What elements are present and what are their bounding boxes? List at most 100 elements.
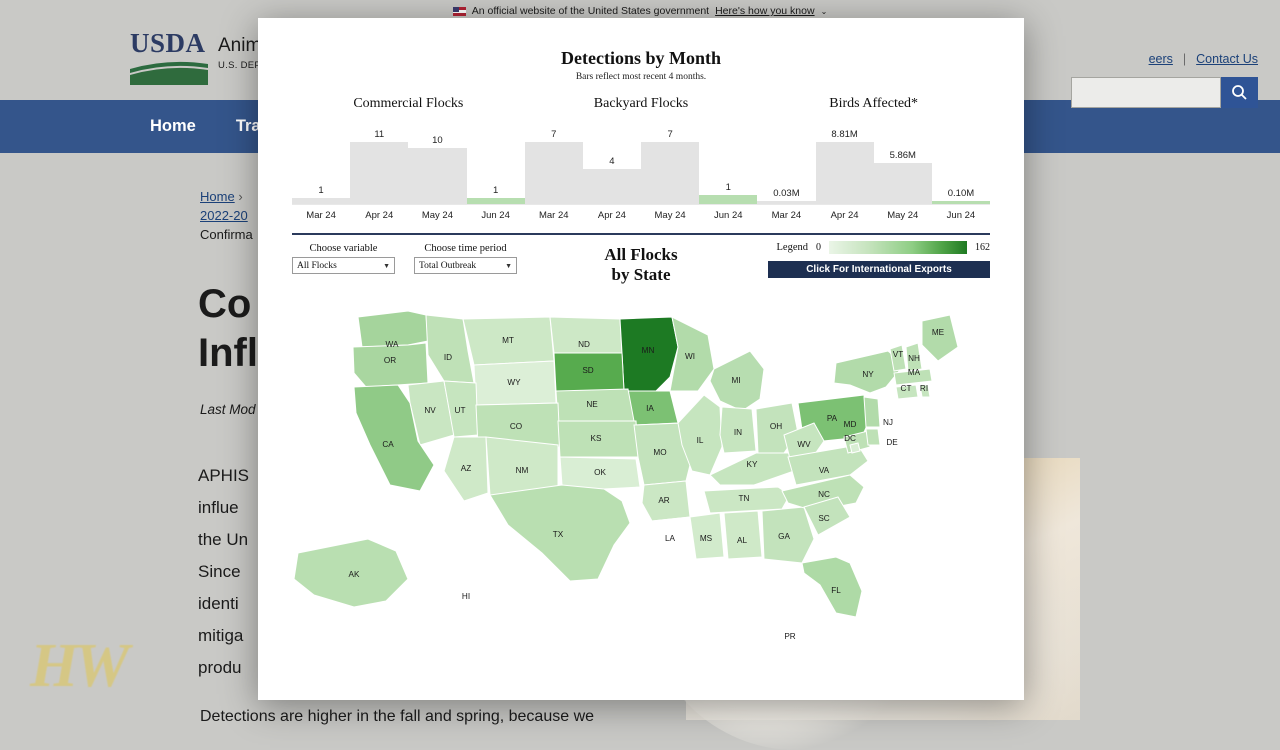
- map-state-de[interactable]: [865, 428, 881, 446]
- bar-cell[interactable]: 1: [292, 126, 351, 204]
- usda-logo[interactable]: USDA Animal U.S. DEPA: [130, 30, 276, 85]
- last-modified: Last Mod: [200, 402, 256, 417]
- map-state-al[interactable]: [723, 510, 763, 560]
- x-axis-tick: May 24: [421, 210, 453, 221]
- map-state-label-ne: NE: [586, 400, 598, 409]
- bar-cell[interactable]: 7: [641, 126, 700, 204]
- map-state-label-id: ID: [444, 353, 452, 362]
- gov-banner-text: An official website of the United States…: [471, 5, 710, 17]
- search-input[interactable]: [1071, 77, 1221, 108]
- bar-cell[interactable]: 1: [699, 126, 758, 204]
- map-state-label-mo: MO: [653, 448, 666, 457]
- how-you-know-link[interactable]: Here's how you know: [715, 5, 814, 17]
- page-title-line1: Co: [198, 282, 252, 326]
- map-state-label-mt: MT: [502, 336, 514, 345]
- bar[interactable]: [699, 195, 758, 204]
- map-state-label-ca: CA: [382, 440, 394, 449]
- map-state-label-wi: WI: [685, 352, 695, 361]
- hw-watermark: HW: [30, 632, 129, 700]
- page-title: Co Infl: [198, 280, 258, 378]
- us-choropleth-map[interactable]: WA OR ID MT ND MN SD WI MI IA NE WY NV UT CO KS CA AZ NM OK…: [258, 290, 1024, 700]
- avian-influenza-dashboard: Detections by Month Bars reflect most re…: [258, 18, 1024, 700]
- bar[interactable]: [408, 148, 467, 204]
- chart-axis-line: [292, 204, 525, 205]
- legend-gradient-bar: [829, 241, 967, 254]
- x-axis-tick: Mar 24: [771, 210, 802, 221]
- map-state-label-wa: WA: [386, 340, 399, 349]
- map-state-label-md: MD: [844, 420, 857, 429]
- bar-cell[interactable]: 5.86M: [873, 126, 932, 204]
- page-title-line2: Infl: [198, 330, 258, 375]
- breadcrumb-item-current: Confirma: [200, 226, 253, 242]
- map-state-label-az: AZ: [461, 464, 471, 473]
- chart-birds-affected: Birds Affected* 0.03M 8.81M 5.86M 0.10M Mar 2…: [757, 96, 991, 221]
- bar[interactable]: [641, 142, 700, 204]
- map-state-label-nm: NM: [516, 466, 529, 475]
- map-state-label-ok: OK: [594, 468, 606, 477]
- chart-title: Commercial Flocks: [353, 96, 464, 111]
- bar[interactable]: [873, 163, 932, 204]
- map-state-label-hi: HI: [462, 592, 470, 601]
- map-state-label-nh: NH: [908, 354, 920, 363]
- bar[interactable]: [524, 142, 583, 204]
- bar-value-label: 1: [725, 182, 731, 193]
- search-button[interactable]: [1221, 77, 1258, 108]
- bar-cell[interactable]: 1: [466, 126, 525, 204]
- bar-cell[interactable]: 10: [408, 126, 467, 204]
- bar-cell[interactable]: 0.03M: [757, 126, 816, 204]
- breadcrumb-item-home[interactable]: Home: [200, 189, 235, 204]
- map-state-label-fl: FL: [831, 586, 841, 595]
- contact-us-link[interactable]: Contact Us: [1196, 52, 1258, 66]
- bar-value-label: 8.81M: [831, 129, 858, 140]
- x-axis-tick: Apr 24: [597, 210, 626, 221]
- map-state-label-ia: IA: [646, 404, 654, 413]
- map-state-nj[interactable]: [863, 396, 881, 428]
- map-state-label-nv: NV: [424, 406, 436, 415]
- bar[interactable]: [292, 198, 351, 204]
- map-state-dc[interactable]: [849, 442, 861, 454]
- international-exports-button[interactable]: Click For International Exports: [768, 261, 990, 278]
- map-state-me[interactable]: [921, 314, 959, 362]
- usda-wordmark: USDA: [130, 28, 206, 58]
- map-state-label-de: DE: [886, 438, 898, 447]
- controls-row: Choose variable All Flocks ▼ Choose time…: [258, 235, 1024, 297]
- bar-cell[interactable]: 8.81M: [815, 126, 874, 204]
- bar-value-label: 10: [432, 135, 443, 146]
- breadcrumb-item-outbreak[interactable]: 2022-20: [200, 208, 248, 223]
- map-state-label-in: IN: [734, 428, 742, 437]
- bar[interactable]: [466, 198, 525, 204]
- bar-cell[interactable]: 11: [350, 126, 409, 204]
- bar[interactable]: [931, 201, 991, 204]
- map-state-label-ut: UT: [455, 406, 466, 415]
- bar-value-label: 5.86M: [889, 150, 916, 161]
- map-state-label-ak: AK: [349, 570, 360, 579]
- nav-item-travel[interactable]: Tra: [236, 117, 261, 136]
- map-state-label-ky: KY: [747, 460, 758, 469]
- map-state-label-tx: TX: [553, 530, 564, 539]
- bar-value-label: 1: [492, 185, 499, 196]
- bar-value-label: 4: [609, 156, 615, 167]
- bar[interactable]: [815, 142, 874, 204]
- chart-plot: 0.03M 8.81M 5.86M 0.10M: [757, 126, 991, 204]
- map-state-label-me: ME: [932, 328, 945, 337]
- careers-link[interactable]: eers: [1149, 52, 1173, 66]
- bar-value-label: 7: [667, 129, 673, 140]
- bar-cell[interactable]: 4: [582, 126, 642, 204]
- search-form: [1071, 77, 1258, 108]
- map-state-label-ny: NY: [862, 370, 874, 379]
- nav-item-home[interactable]: Home: [150, 117, 196, 136]
- map-state-label-nj: NJ: [883, 418, 893, 427]
- map-state-or[interactable]: [352, 342, 429, 388]
- chevron-down-icon[interactable]: ⌄: [821, 7, 828, 16]
- map-state-label-va: VA: [819, 466, 830, 475]
- bar[interactable]: [582, 169, 642, 204]
- x-axis-tick: May 24: [887, 210, 919, 221]
- bar[interactable]: [757, 201, 816, 204]
- bar-cell[interactable]: 7: [524, 126, 583, 204]
- map-state-ky[interactable]: [709, 452, 795, 486]
- bar[interactable]: [350, 142, 409, 204]
- map-state-label-ar: AR: [658, 496, 669, 505]
- map-state-label-sc: SC: [818, 514, 829, 523]
- map-state-label-pa: PA: [827, 414, 838, 423]
- bar-cell[interactable]: 0.10M: [931, 126, 991, 204]
